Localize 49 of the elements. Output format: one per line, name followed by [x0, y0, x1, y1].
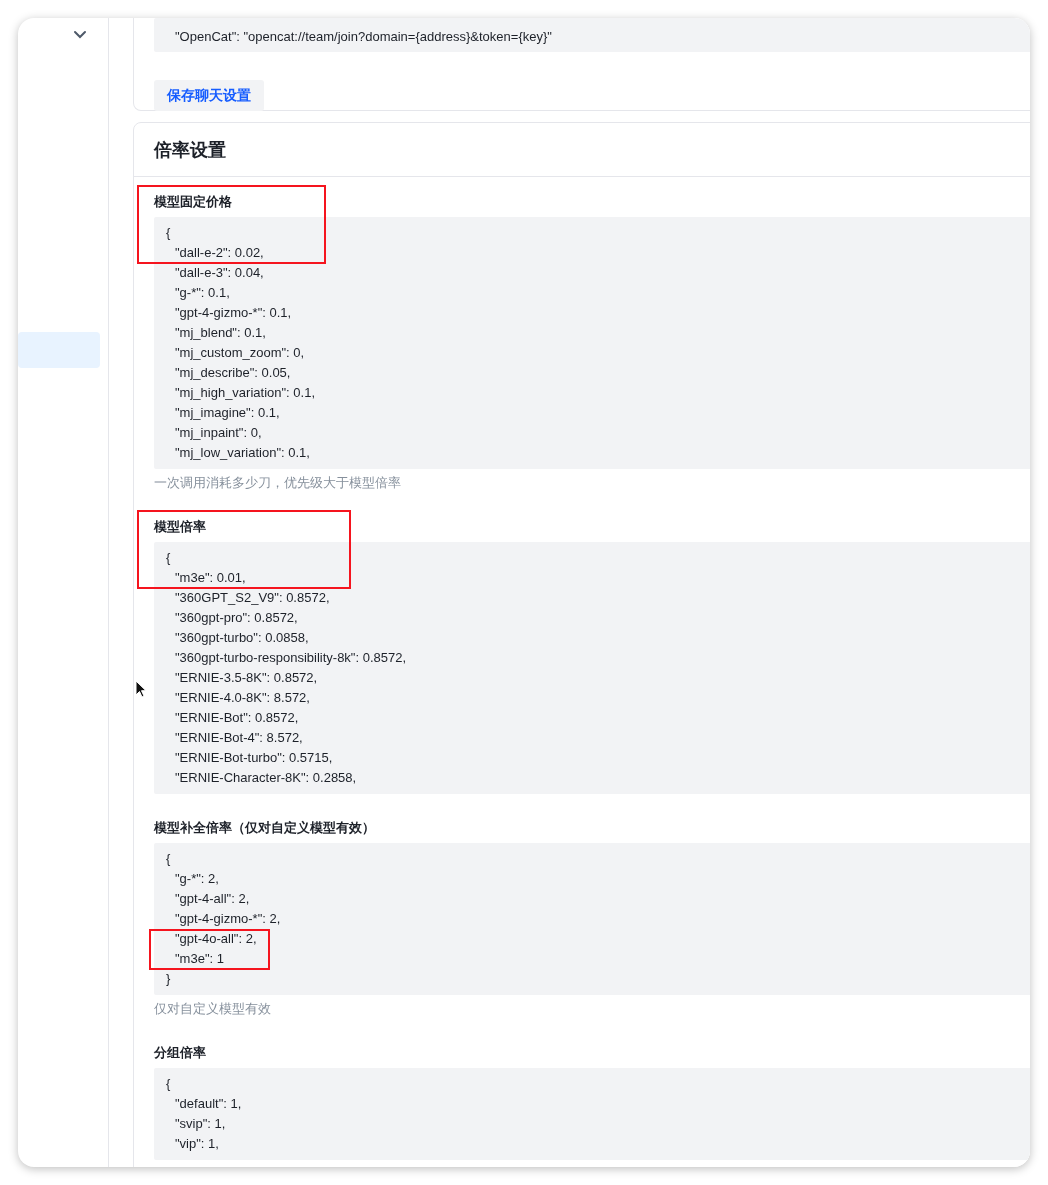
code-line: "360gpt-turbo": 0.0858, — [174, 629, 310, 647]
code-line: "mj_inpaint": 0, — [174, 424, 263, 442]
chevron-down-icon[interactable] — [73, 30, 87, 39]
field-label: 模型固定价格 — [154, 193, 233, 211]
code-line: "g-*": 0.1, — [174, 284, 231, 302]
code-line: { — [166, 224, 172, 242]
code-line: "ERNIE-Bot-turbo": 0.5715, — [174, 749, 334, 767]
field-label: 模型补全倍率（仅对自定义模型有效） — [154, 819, 376, 837]
code-line: "mj_describe": 0.05, — [174, 364, 292, 382]
code-line: "360gpt-turbo-responsibility-8k": 0.8572, — [174, 649, 408, 667]
code-line: "gpt-4-gizmo-*": 2, — [174, 910, 282, 928]
code-line: "vip": 1, — [174, 1135, 220, 1153]
code-line: { — [166, 850, 172, 868]
code-line: "OpenCat": "opencat://team/join?domain={address}&token={key}" — [174, 28, 553, 46]
code-line: "ERNIE-3.5-8K": 0.8572, — [174, 669, 319, 687]
help-text: 仅对自定义模型有效 — [154, 1000, 272, 1018]
code-line: "ERNIE-Bot": 0.8572, — [174, 709, 300, 727]
code-line: "mj_blend": 0.1, — [174, 324, 267, 342]
code-line: "default": 1, — [174, 1095, 243, 1113]
code-line: "ERNIE-Bot-4": 8.572, — [174, 729, 304, 747]
code-editor[interactable] — [154, 542, 1030, 794]
field-label: 分组倍率 — [154, 1044, 207, 1062]
code-editor[interactable]: { "default": 1, "svip": 1, "vip": 1, — [154, 1068, 1030, 1160]
code-editor[interactable]: { "g-*": 2, "gpt-4-all": 2, "gpt-4-gizmo-*": 2, "gpt-4o-all": 2, "m3e": 1 } — [154, 843, 1030, 995]
code-line: "mj_imagine": 0.1, — [174, 404, 281, 422]
code-line: "360GPT_S2_V9": 0.8572, — [174, 589, 331, 607]
code-line: "360gpt-pro": 0.8572, — [174, 609, 299, 627]
field-label: 模型倍率 — [154, 518, 207, 536]
code-line: "dall-e-3": 0.04, — [174, 264, 265, 282]
code-line: { — [166, 549, 172, 567]
code-line: "ERNIE-4.0-8K": 8.572, — [174, 689, 311, 707]
code-line: "gpt-4o-all": 2, — [174, 930, 258, 948]
code-line: "m3e": 0.01, — [174, 569, 247, 587]
code-line: "gpt-4-all": 2, — [174, 890, 251, 908]
code-line: "g-*": 2, — [174, 870, 220, 888]
section-title: 倍率设置 — [154, 138, 226, 162]
code-line: "dall-e-2": 0.02, — [174, 244, 265, 262]
help-text: 一次调用消耗多少刀，优先级大于模型倍率 — [154, 474, 402, 492]
code-line: "m3e": 1 — [174, 950, 225, 968]
code-line: "gpt-4-gizmo-*": 0.1, — [174, 304, 293, 322]
save-button[interactable]: 保存聊天设置 — [154, 80, 264, 111]
code-line: "mj_custom_zoom": 0, — [174, 344, 306, 362]
code-editor[interactable]: "OpenCat": "opencat://team/join?domain={address}&token={key}" — [154, 18, 1030, 52]
code-line: "svip": 1, — [174, 1115, 227, 1133]
code-line: { — [166, 1075, 172, 1093]
code-line: "mj_low_variation": 0.1, — [174, 444, 311, 462]
code-line: "mj_high_variation": 0.1, — [174, 384, 317, 402]
code-line: "ERNIE-Character-8K": 0.2858, — [174, 769, 358, 787]
code-line: } — [166, 970, 172, 988]
